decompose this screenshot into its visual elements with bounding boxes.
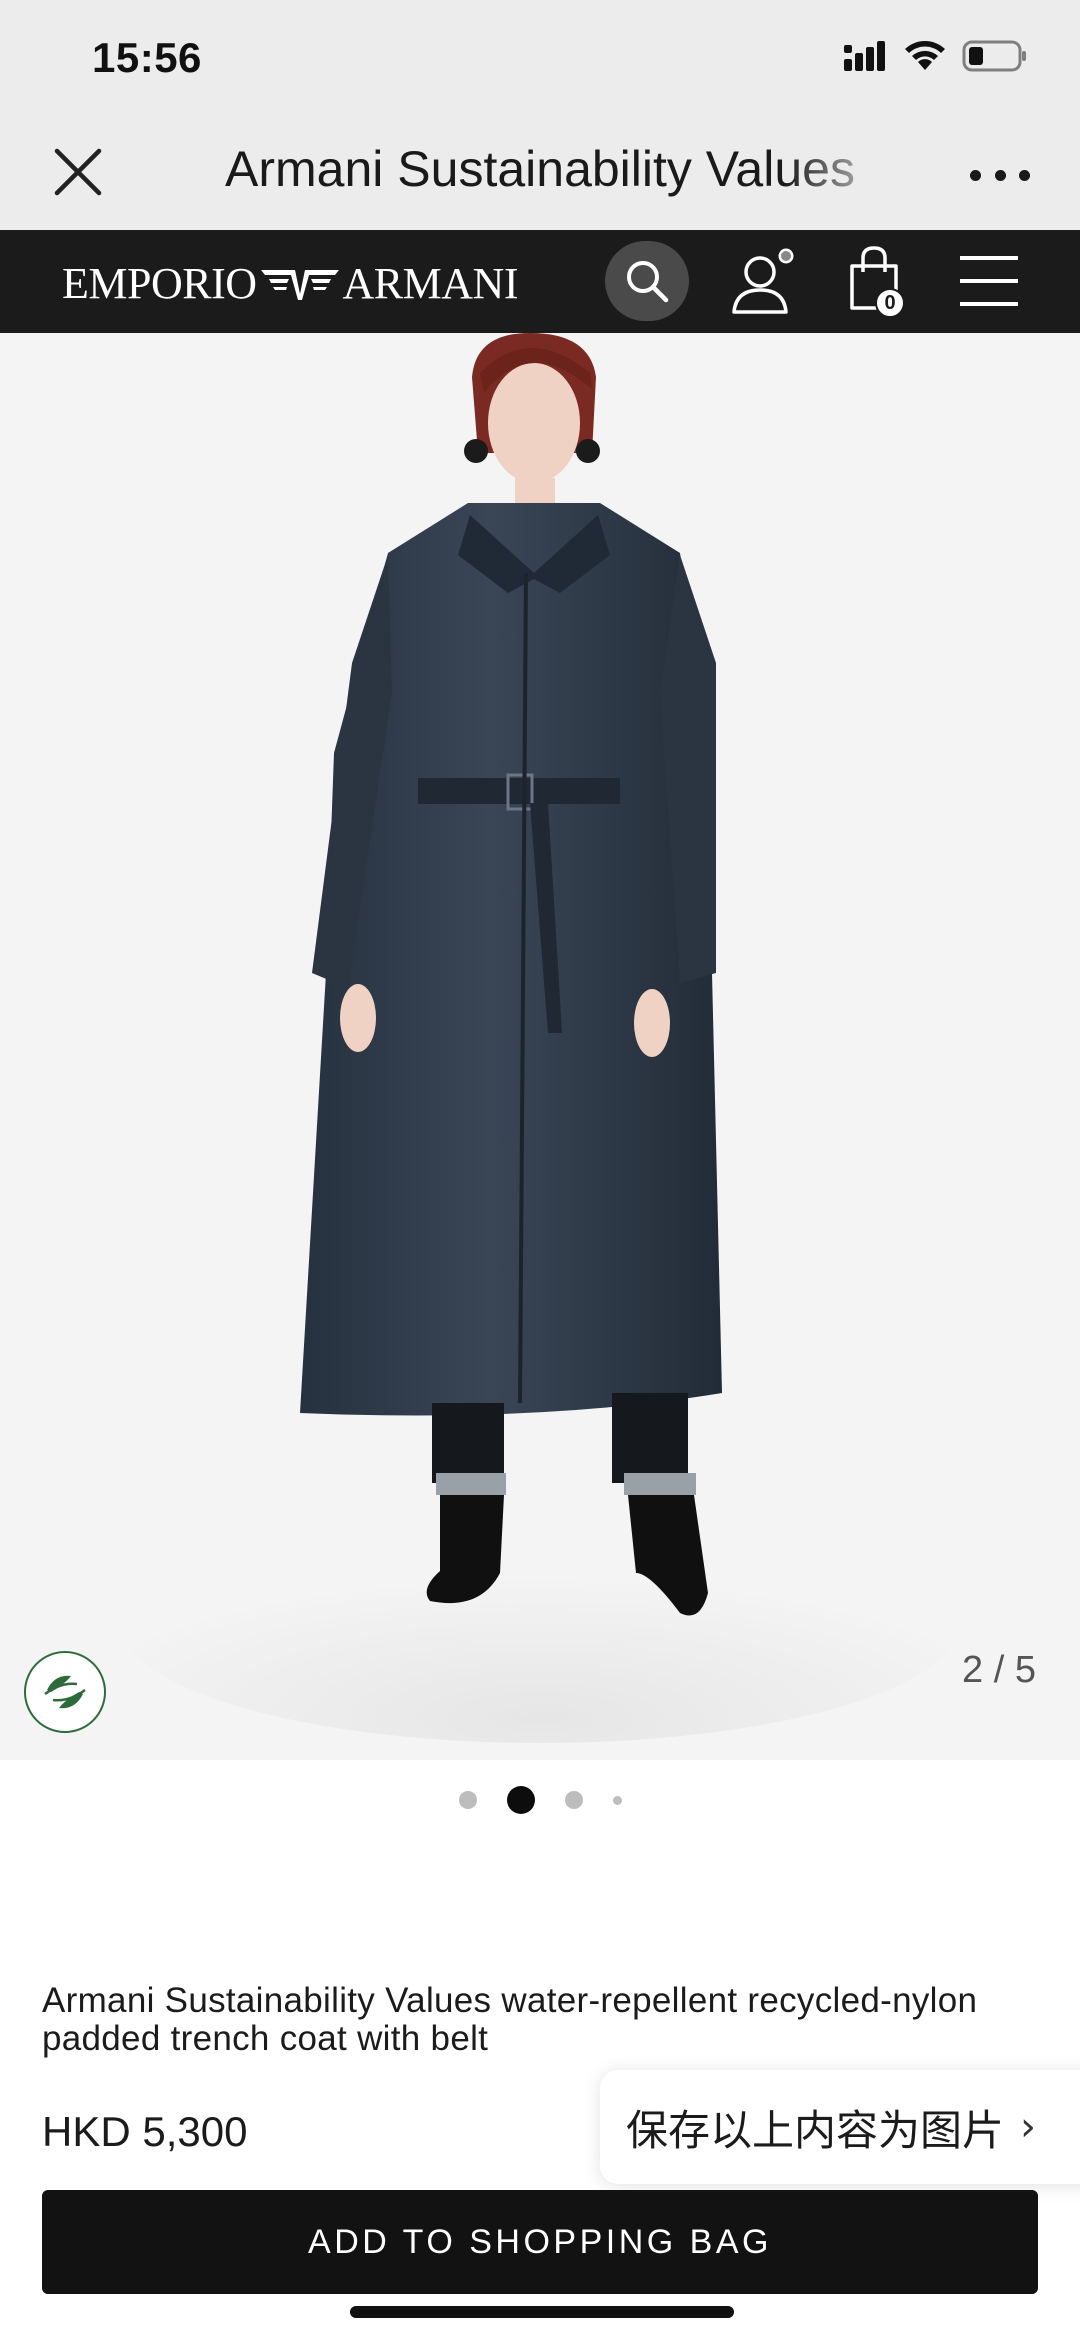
sustainability-badge[interactable] [24, 1651, 106, 1733]
status-time: 15:56 [92, 34, 202, 81]
search-icon [627, 261, 669, 303]
product-photo [0, 333, 1080, 1760]
account-icon [732, 245, 797, 314]
more-options-button[interactable] [970, 160, 1030, 190]
brand-logo-left: EMPORIO [62, 259, 257, 308]
close-icon [54, 148, 102, 196]
eagle-logo-icon [260, 269, 339, 300]
pagination-dot-active[interactable] [506, 1786, 535, 1814]
brand-logo-right: ARMANI [342, 259, 519, 308]
pagination-dot[interactable] [612, 1795, 622, 1805]
pagination-dot[interactable] [458, 1791, 477, 1809]
sustainability-leaf-icon [44, 1675, 86, 1709]
brand-logo[interactable]: EMPORIO ARMANI [62, 258, 518, 309]
hamburger-menu-button[interactable] [960, 256, 1018, 306]
gallery-pagination [0, 1775, 1080, 1825]
wifi-icon [905, 41, 945, 70]
battery-icon [962, 40, 1026, 72]
image-counter: 2 / 5 [962, 1649, 1036, 1691]
webview-header: Armani Sustainability Values [0, 120, 1080, 230]
more-horizontal-icon [970, 169, 981, 181]
product-info-panel: Armani Sustainability Values water-repel… [0, 1760, 1080, 2337]
status-icons [844, 40, 1028, 72]
bag-count-badge: 0 [875, 288, 905, 318]
search-button[interactable] [605, 241, 689, 321]
close-button[interactable] [48, 142, 108, 202]
pagination-dot[interactable] [564, 1791, 583, 1809]
save-as-image-button[interactable]: 保存以上内容为图片 › [600, 2070, 1080, 2184]
hamburger-menu-icon [960, 256, 1018, 260]
home-indicator[interactable] [350, 2306, 734, 2318]
add-to-bag-button[interactable]: ADD TO SHOPPING BAG [42, 2190, 1038, 2294]
product-price: HKD 5,300 [42, 2108, 248, 2155]
shopping-bag-button[interactable]: 0 [846, 244, 910, 320]
page-title: Armani Sustainability Values [225, 141, 855, 197]
product-name: Armani Sustainability Values water-repel… [42, 1981, 978, 2058]
product-image-gallery[interactable]: 2 / 5 [0, 333, 1080, 1760]
chevron-right-icon: › [1020, 2104, 1037, 2150]
site-nav: EMPORIO ARMANI 0 [0, 230, 1080, 333]
account-button[interactable] [730, 244, 800, 318]
status-bar: 15:56 [0, 0, 1080, 120]
save-as-image-label: 保存以上内容为图片 [626, 2105, 1005, 2155]
cellular-signal-icon [844, 41, 885, 71]
